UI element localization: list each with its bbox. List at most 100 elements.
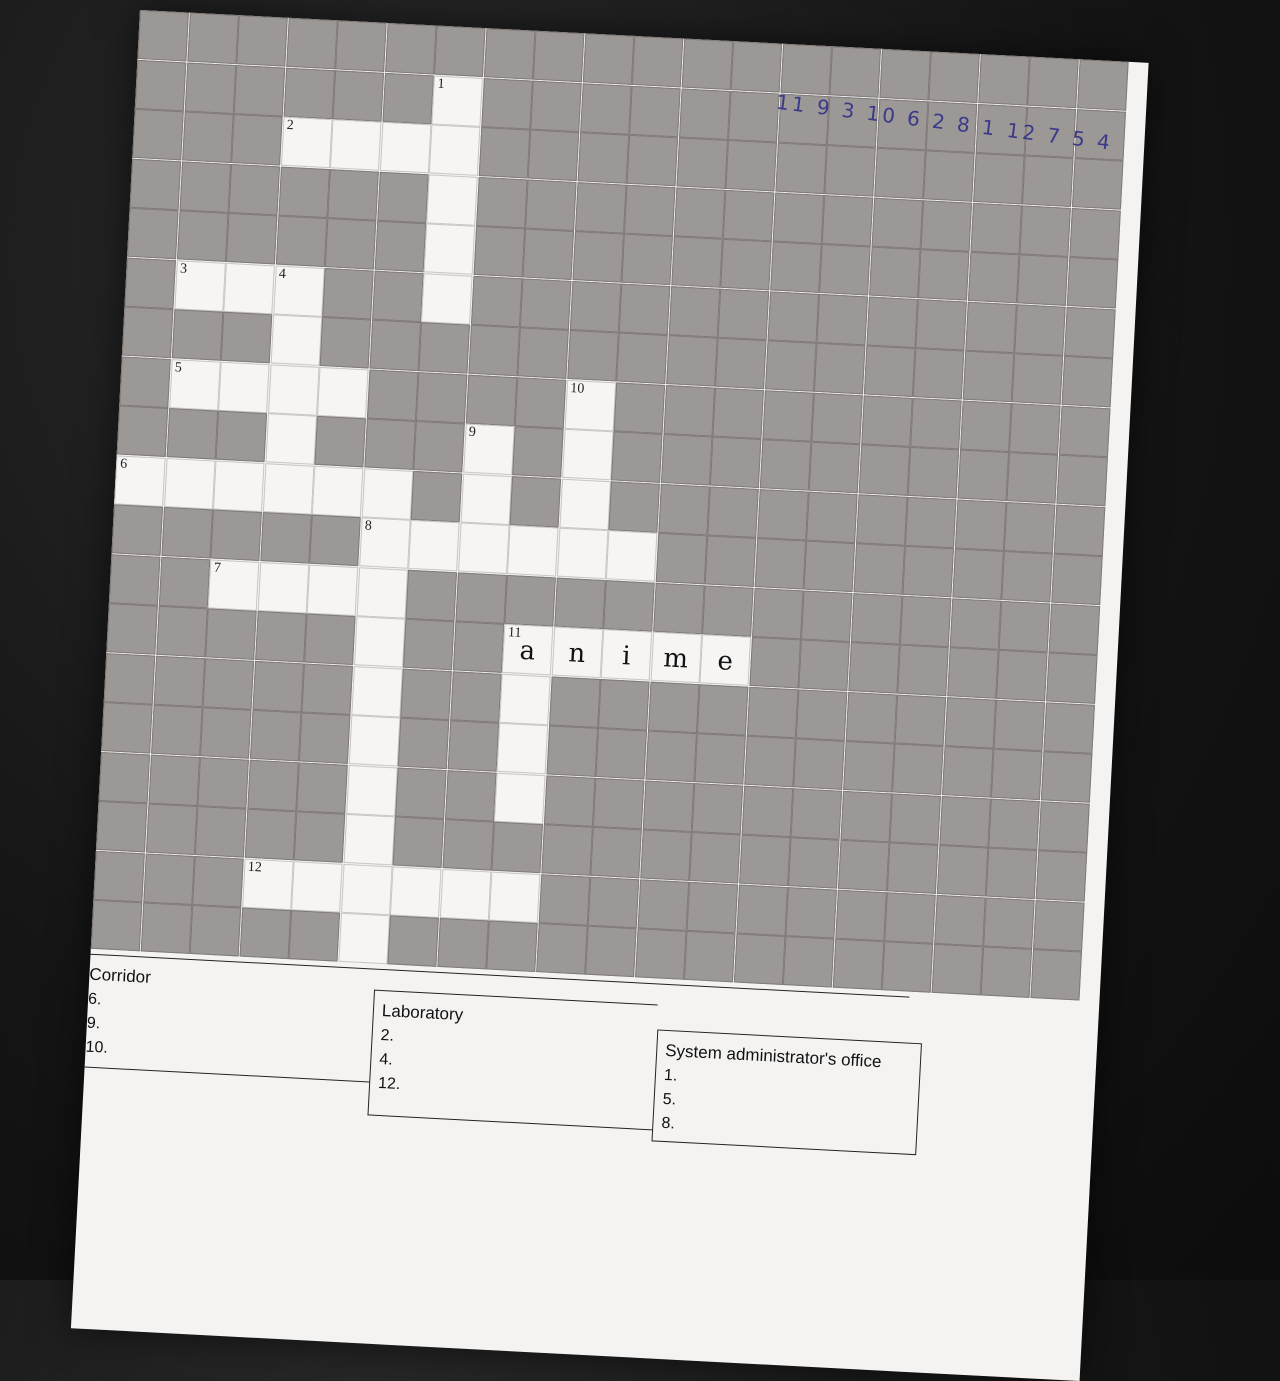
crossword-cell-blocked xyxy=(548,675,601,728)
crossword-cell-blocked xyxy=(972,152,1025,205)
crossword-cell-open[interactable] xyxy=(345,764,398,816)
crossword-cell-open[interactable] xyxy=(423,223,476,275)
crossword-cell-open[interactable]: 8 xyxy=(358,517,411,569)
crossword-cell-blocked xyxy=(202,657,255,710)
crossword-cell-blocked xyxy=(985,847,1038,900)
crossword-cell-open[interactable]: 5 xyxy=(168,358,221,411)
crossword-cell-open[interactable] xyxy=(379,121,431,174)
crossword-cell-open[interactable]: i xyxy=(600,629,653,681)
crossword-cell-open[interactable] xyxy=(317,366,369,418)
crossword-cell-open[interactable] xyxy=(556,527,608,580)
crossword-cell-open[interactable] xyxy=(361,467,413,520)
crossword-cell-open[interactable] xyxy=(163,457,216,509)
crossword-cell-blocked xyxy=(897,644,949,697)
crossword-cell-blocked xyxy=(410,470,463,522)
crossword-cell-open[interactable] xyxy=(348,715,400,767)
crossword-cell-open[interactable]: 12 xyxy=(241,858,294,910)
crossword-cell-blocked xyxy=(970,202,1022,254)
crossword-cell-open[interactable] xyxy=(460,473,512,525)
crossword-cell-blocked xyxy=(962,350,1014,403)
crossword-cell-open[interactable] xyxy=(257,561,309,614)
crossword-cell-open[interactable] xyxy=(350,665,403,718)
crossword-cell-blocked xyxy=(741,785,793,837)
crossword-cell-blocked xyxy=(98,751,151,803)
crossword-cell-open[interactable] xyxy=(212,460,265,512)
crossword-cell-open[interactable] xyxy=(270,314,322,366)
crossword-cell-open[interactable] xyxy=(291,860,343,913)
crossword-cell-open[interactable]: e xyxy=(699,634,752,686)
crossword-cell-open[interactable] xyxy=(506,525,559,577)
crossword-cell-open[interactable] xyxy=(488,871,541,923)
crossword-cell-blocked xyxy=(535,923,588,975)
crossword-cell-open[interactable] xyxy=(499,673,551,725)
crossword-cell-blocked xyxy=(941,746,994,798)
crossword-cell-blocked xyxy=(1058,405,1111,457)
crossword-cell-open[interactable] xyxy=(262,462,314,515)
crossword-cell-blocked xyxy=(301,662,353,715)
crossword-cell-open[interactable] xyxy=(559,478,611,530)
crossword-cell-blocked xyxy=(894,694,947,746)
crossword-cell-open[interactable] xyxy=(421,272,473,325)
crossword-cell-open[interactable] xyxy=(561,428,614,481)
crossword-cell-open[interactable]: m xyxy=(650,631,702,684)
crossword-cell-blocked xyxy=(1001,550,1053,603)
crossword-cell-blocked xyxy=(546,725,598,777)
crossword-cell-open[interactable]: 11 a xyxy=(501,623,554,676)
crossword-cell-blocked xyxy=(884,891,936,944)
crossword-cell-open[interactable] xyxy=(223,262,275,314)
crossword-cell-blocked xyxy=(1022,155,1074,207)
crossword-cell-open[interactable]: 2 xyxy=(280,116,333,169)
crossword-cell-blocked xyxy=(574,181,627,234)
crossword-cell-open[interactable] xyxy=(428,124,481,176)
crossword-cell-open[interactable] xyxy=(356,566,408,619)
crossword-cell-open[interactable] xyxy=(605,530,658,582)
crossword-cell-open[interactable] xyxy=(337,912,390,965)
crossword-cell-open[interactable] xyxy=(439,868,491,920)
crossword-cell-open[interactable] xyxy=(426,173,478,226)
crossword-cell-blocked xyxy=(566,329,619,382)
crossword-cell-open[interactable] xyxy=(353,616,406,668)
crossword-cell-blocked xyxy=(902,545,954,598)
crossword-cell-open[interactable] xyxy=(306,564,359,616)
crossword-cell-blocked xyxy=(1014,303,1066,356)
crossword-cell-blocked xyxy=(160,506,213,559)
crossword-cell-blocked xyxy=(957,449,1009,501)
crossword-cell-open[interactable] xyxy=(496,722,549,775)
crossword-cell-open[interactable]: 3 xyxy=(173,259,226,312)
crossword-cell-open[interactable] xyxy=(389,865,442,918)
crossword-cell-open[interactable] xyxy=(343,813,395,866)
crossword-cell-blocked xyxy=(434,25,486,78)
crossword-cell-blocked xyxy=(200,707,252,759)
crossword-cell-blocked xyxy=(413,421,465,473)
crossword-cell-open[interactable] xyxy=(340,863,393,915)
crossword-cell-open[interactable] xyxy=(311,465,364,517)
crossword-cell-blocked xyxy=(1063,306,1116,358)
crossword-cell-blocked xyxy=(275,215,327,267)
crossword-cell-blocked xyxy=(309,514,361,567)
crossword-cell-open[interactable]: 1 xyxy=(431,74,483,127)
crossword-cell-blocked xyxy=(587,876,640,928)
crossword-cell-blocked xyxy=(132,108,184,161)
crossword-cell-blocked xyxy=(631,35,684,88)
crossword-cell-blocked xyxy=(983,896,1035,949)
crossword-cell-open[interactable]: 10 xyxy=(564,379,616,431)
crossword-cell-open[interactable]: 9 xyxy=(462,423,515,476)
crossword-cell-open[interactable]: 7 xyxy=(207,558,260,611)
crossword-cell-open[interactable]: n xyxy=(551,626,603,678)
crossword-cell-open[interactable]: 6 xyxy=(114,454,166,507)
crossword-cell-open[interactable]: 4 xyxy=(272,264,325,317)
crossword-cell-blocked xyxy=(696,683,749,736)
crossword-cell-blocked xyxy=(127,207,179,260)
crossword-cell-blocked xyxy=(137,10,189,62)
crossword-cell-blocked xyxy=(532,30,585,83)
crossword-cell-open[interactable] xyxy=(265,413,317,465)
crossword-cell-open[interactable] xyxy=(494,772,546,824)
crossword-cell-blocked xyxy=(834,889,887,941)
crossword-cell-open[interactable] xyxy=(457,522,510,574)
crossword-cell-open[interactable] xyxy=(329,119,382,171)
crossword-cell-open[interactable] xyxy=(218,361,270,413)
crossword-cell-open[interactable] xyxy=(267,363,320,416)
crossword-cell-blocked xyxy=(142,852,195,905)
crossword-cell-blocked xyxy=(608,480,660,533)
crossword-cell-open[interactable] xyxy=(408,519,460,572)
